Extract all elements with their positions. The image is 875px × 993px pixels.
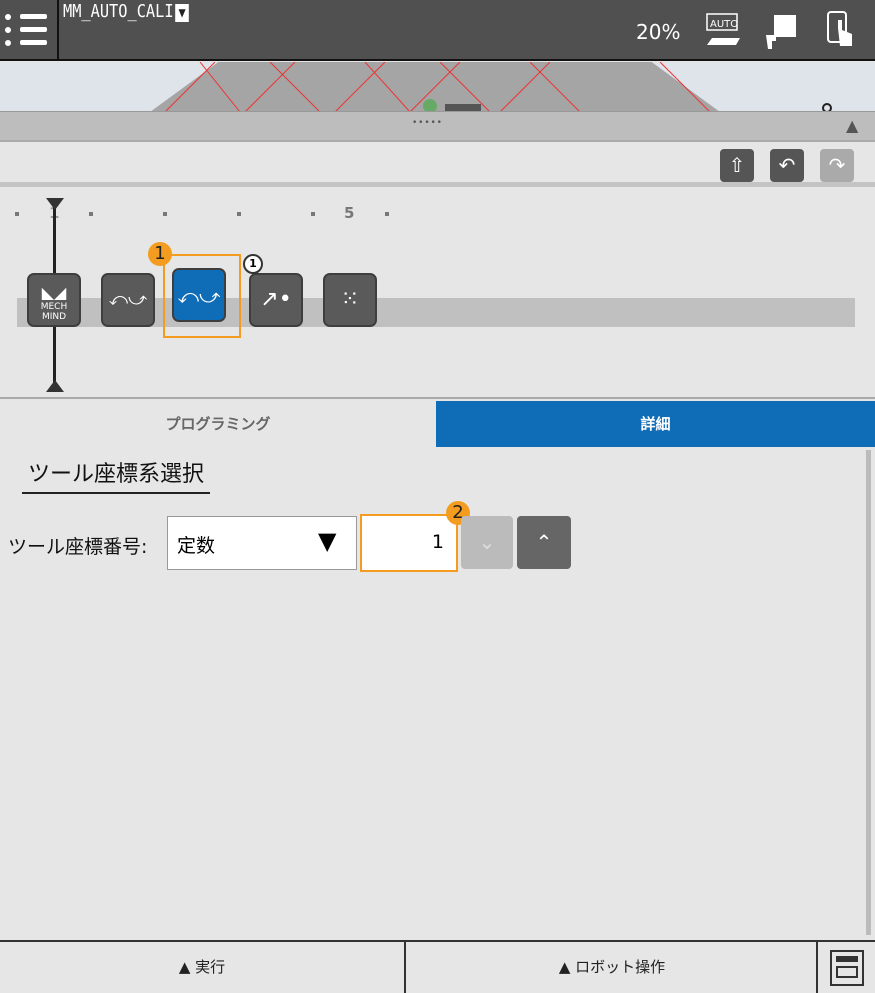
touch-icon[interactable]: [826, 10, 866, 50]
program-selector[interactable]: MM_AUTO_CALI ▼: [63, 1, 189, 22]
3d-view[interactable]: [0, 62, 875, 112]
field-label: ツール座標番号:: [8, 536, 148, 558]
program-timeline: 1 5 ◣◢MECHMIND ⤺⤻ ⤺⤻ 1 ↗• 1 ⁙: [0, 192, 875, 399]
redo-icon[interactable]: ↷: [820, 149, 854, 182]
type-select[interactable]: 定数 ▼: [167, 516, 357, 570]
callout-badge: 1: [148, 242, 172, 266]
dropdown-icon: ▼: [318, 527, 337, 555]
tick-label: 5: [344, 204, 355, 222]
speed-override[interactable]: 20%: [636, 20, 680, 44]
pattern-node[interactable]: ⁙: [323, 273, 377, 327]
program-name: MM_AUTO_CALI: [63, 1, 174, 22]
scrollbar[interactable]: [866, 450, 871, 935]
move-node[interactable]: ↗•: [249, 273, 303, 327]
pendant-icon[interactable]: [830, 950, 864, 986]
mech-mind-node[interactable]: ◣◢ MECH MIND: [27, 273, 81, 327]
node-label: MIND: [41, 312, 67, 322]
calibration-switch-node[interactable]: ⤺⤻: [101, 273, 155, 327]
decrement-button[interactable]: ⌄: [461, 516, 513, 569]
detail-panel: ツール座標系選択 ツール座標番号: 定数 ▼ 1 2 ⌄ ⌃: [0, 450, 868, 940]
tab-bar: プログラミング 詳細: [0, 401, 875, 447]
robot-operation-button[interactable]: ▲ ロボット操作: [408, 942, 818, 993]
tool-number-input[interactable]: 1: [360, 514, 458, 572]
node-count-badge: 1: [243, 254, 263, 274]
tab-programming[interactable]: プログラミング: [0, 401, 436, 447]
undo-icon[interactable]: ↶: [770, 149, 804, 182]
bottom-bar: ▲ 実行 ▲ ロボット操作: [0, 940, 875, 993]
upload-icon[interactable]: ⇧: [720, 149, 754, 182]
type-value: 定数: [177, 535, 216, 557]
collapse-icon[interactable]: ▲: [846, 116, 858, 135]
toolbar: ⇧ ↶ ↷: [0, 143, 875, 187]
teach-pendant-icon[interactable]: [762, 10, 802, 50]
auto-mode-icon[interactable]: AUTO: [702, 10, 742, 50]
grid-lines: [164, 62, 832, 112]
run-button[interactable]: ▲ 実行: [0, 942, 406, 993]
drag-handle[interactable]: • • • • •: [412, 118, 442, 128]
menu-icon[interactable]: [0, 0, 59, 60]
node-label: MECH: [40, 302, 68, 312]
increment-button[interactable]: ⌃: [517, 516, 571, 569]
tool-switch-node[interactable]: ⤺⤻: [172, 268, 226, 322]
top-bar: MM_AUTO_CALI ▼ 20% AUTO: [0, 0, 875, 61]
dropdown-icon: ▼: [175, 4, 189, 22]
svg-text:AUTO: AUTO: [710, 19, 738, 30]
tab-details[interactable]: 詳細: [436, 401, 875, 447]
tool-number-value: 1: [431, 531, 444, 553]
section-title: ツール座標系選択: [22, 456, 211, 494]
panel-splitter[interactable]: • • • • • ▲: [0, 111, 875, 142]
